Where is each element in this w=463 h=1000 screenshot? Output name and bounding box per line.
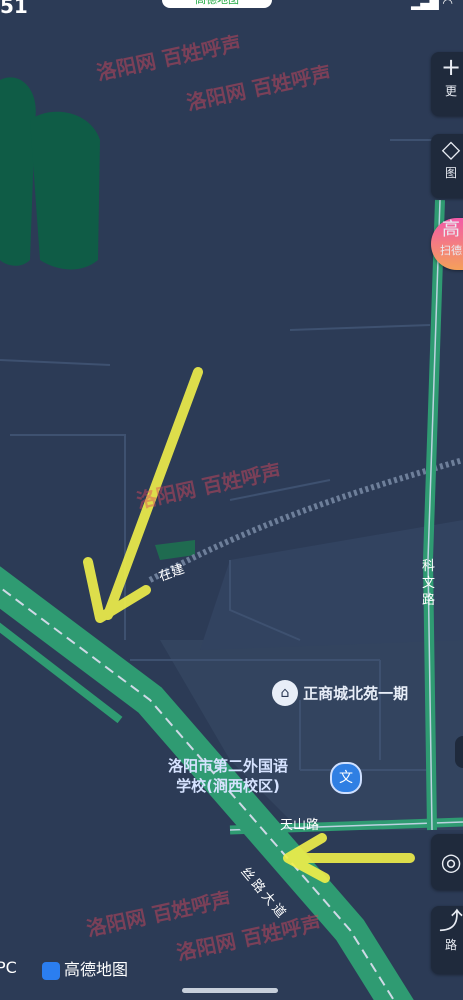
road-label-tianshan: 天山路 [280, 818, 320, 833]
side-edge-button[interactable] [455, 736, 463, 768]
home-indicator [182, 988, 278, 993]
amap-logo-icon [42, 961, 60, 980]
poi-school[interactable]: 洛阳市第二外国语 学校(涧西校区) [168, 756, 288, 796]
poi-zhengshang[interactable]: ⌂ 正商城北苑一期 [272, 680, 408, 706]
road-label-kewen: 科文路 [422, 559, 436, 608]
bottom-left-text: PC [0, 958, 17, 977]
park-area [30, 111, 100, 270]
more-label: 更 [444, 84, 457, 98]
more-button[interactable]: + 更 [431, 52, 463, 116]
layers-icon: ◇ [441, 135, 461, 163]
route-label: 路 [444, 938, 457, 952]
community-icon: ⌂ [272, 680, 298, 706]
promo-title: 高 [442, 219, 460, 240]
school-badge-icon[interactable]: 文 [330, 762, 362, 794]
amap-logo-text: 高德地图 [64, 960, 129, 979]
poi-zhengshang-label: 正商城北苑一期 [303, 684, 409, 703]
route-button[interactable]: ⤴ 路 [431, 906, 463, 974]
locate-button[interactable]: ◎ [431, 834, 463, 890]
park-area [0, 77, 36, 266]
locate-icon: ◎ [440, 848, 462, 876]
signal-wifi-icon: ▂▄▆ ◠ [411, 0, 453, 10]
promo-sub: 扫德 [440, 244, 462, 257]
plus-icon: + [440, 53, 462, 81]
layers-button[interactable]: ◇ 图 [431, 134, 463, 198]
status-pill: 高德地图 [162, 0, 272, 8]
status-time: 51 [0, 0, 28, 18]
route-icon: ⤴ [439, 907, 463, 935]
amap-logo: 高德地图 [42, 956, 128, 980]
map-canvas[interactable] [0, 0, 463, 1000]
status-bar: 51 高德地图 ▂▄▆ ◠ [0, 0, 463, 18]
poi-school-line1: 洛阳市第二外国语 [168, 757, 289, 775]
layers-label: 图 [444, 166, 457, 180]
poi-school-line2: 学校(涧西校区) [176, 777, 280, 795]
